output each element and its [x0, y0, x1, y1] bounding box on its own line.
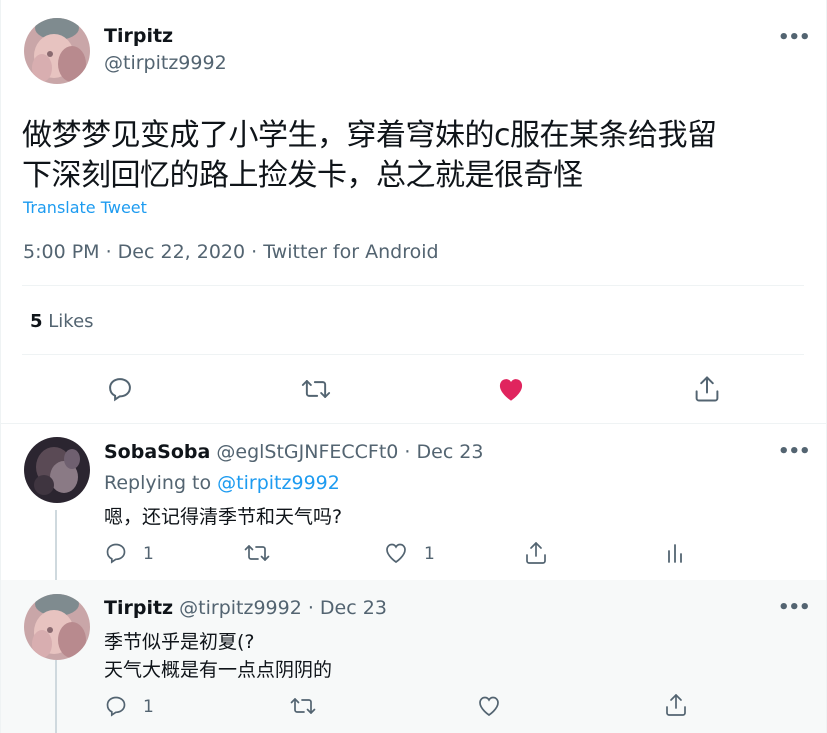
thread-line	[55, 510, 57, 580]
divider	[22, 285, 804, 286]
likes-stat[interactable]: 5 Likes	[30, 311, 94, 332]
reply1-handle-date[interactable]: @eglStGJNFECCFt0 · Dec 23	[216, 441, 483, 463]
reply2-header: Tirpitz @tirpitz9992 · Dec 23	[104, 597, 387, 619]
main-display-name[interactable]: Tirpitz	[104, 25, 173, 47]
reply1-header: SobaSoba @eglStGJNFECCFt0 · Dec 23	[104, 441, 484, 463]
reply2-display-name[interactable]: Tirpitz	[104, 597, 173, 619]
reply1-display-name[interactable]: SobaSoba	[104, 441, 210, 463]
tweet-meta: 5:00 PM · Dec 22, 2020 · Twitter for And…	[23, 241, 439, 263]
reply1-text: 嗯，还记得清季节和天气吗?	[104, 506, 343, 528]
retweet-icon[interactable]	[289, 694, 317, 718]
more-icon[interactable]: •••	[778, 597, 811, 618]
like-icon-active[interactable]	[497, 376, 525, 402]
reply2-text-line2: 天气大概是有一点点阴阴的	[104, 659, 333, 681]
more-icon[interactable]: •••	[778, 441, 811, 462]
likes-count: 5	[30, 311, 43, 332]
main-avatar[interactable]	[24, 18, 90, 84]
divider	[22, 354, 804, 355]
reply-icon[interactable]	[106, 375, 134, 403]
more-icon[interactable]: •••	[778, 27, 811, 48]
replying-prefix: Replying to	[104, 472, 212, 494]
share-icon[interactable]	[664, 692, 688, 718]
reply2-handle-date[interactable]: @tirpitz9992 · Dec 23	[179, 597, 387, 619]
reply1-avatar[interactable]	[24, 437, 90, 503]
analytics-icon[interactable]	[665, 542, 687, 564]
share-icon[interactable]	[524, 540, 548, 566]
reply-icon[interactable]	[104, 541, 128, 565]
replying-handle-link[interactable]: @tirpitz9992	[217, 472, 340, 494]
reply2-reply-count: 1	[143, 697, 154, 717]
reply1-reply-count: 1	[143, 544, 154, 564]
retweet-icon[interactable]	[243, 541, 271, 565]
reply2-avatar[interactable]	[24, 594, 90, 660]
retweet-icon[interactable]	[300, 375, 332, 403]
reply1-like-count: 1	[424, 544, 435, 564]
divider	[0, 423, 827, 424]
main-handle[interactable]: @tirpitz9992	[104, 52, 227, 74]
share-icon[interactable]	[693, 374, 721, 404]
thread-line	[55, 660, 57, 733]
translate-tweet-link[interactable]: Translate Tweet	[23, 198, 147, 217]
replying-to: Replying to @tirpitz9992	[104, 472, 340, 494]
like-icon[interactable]	[384, 542, 408, 564]
reply2-text-line1: 季节似乎是初夏(?	[104, 631, 255, 653]
reply-icon[interactable]	[104, 694, 128, 718]
likes-label: Likes	[48, 311, 94, 332]
tweet-text-line1: 做梦梦见变成了小学生，穿着穹妹的c服在某条给我留	[22, 118, 717, 153]
tweet-text-line2: 下深刻回忆的路上捡发卡，总之就是很奇怪	[22, 158, 583, 193]
like-icon[interactable]	[477, 695, 501, 717]
